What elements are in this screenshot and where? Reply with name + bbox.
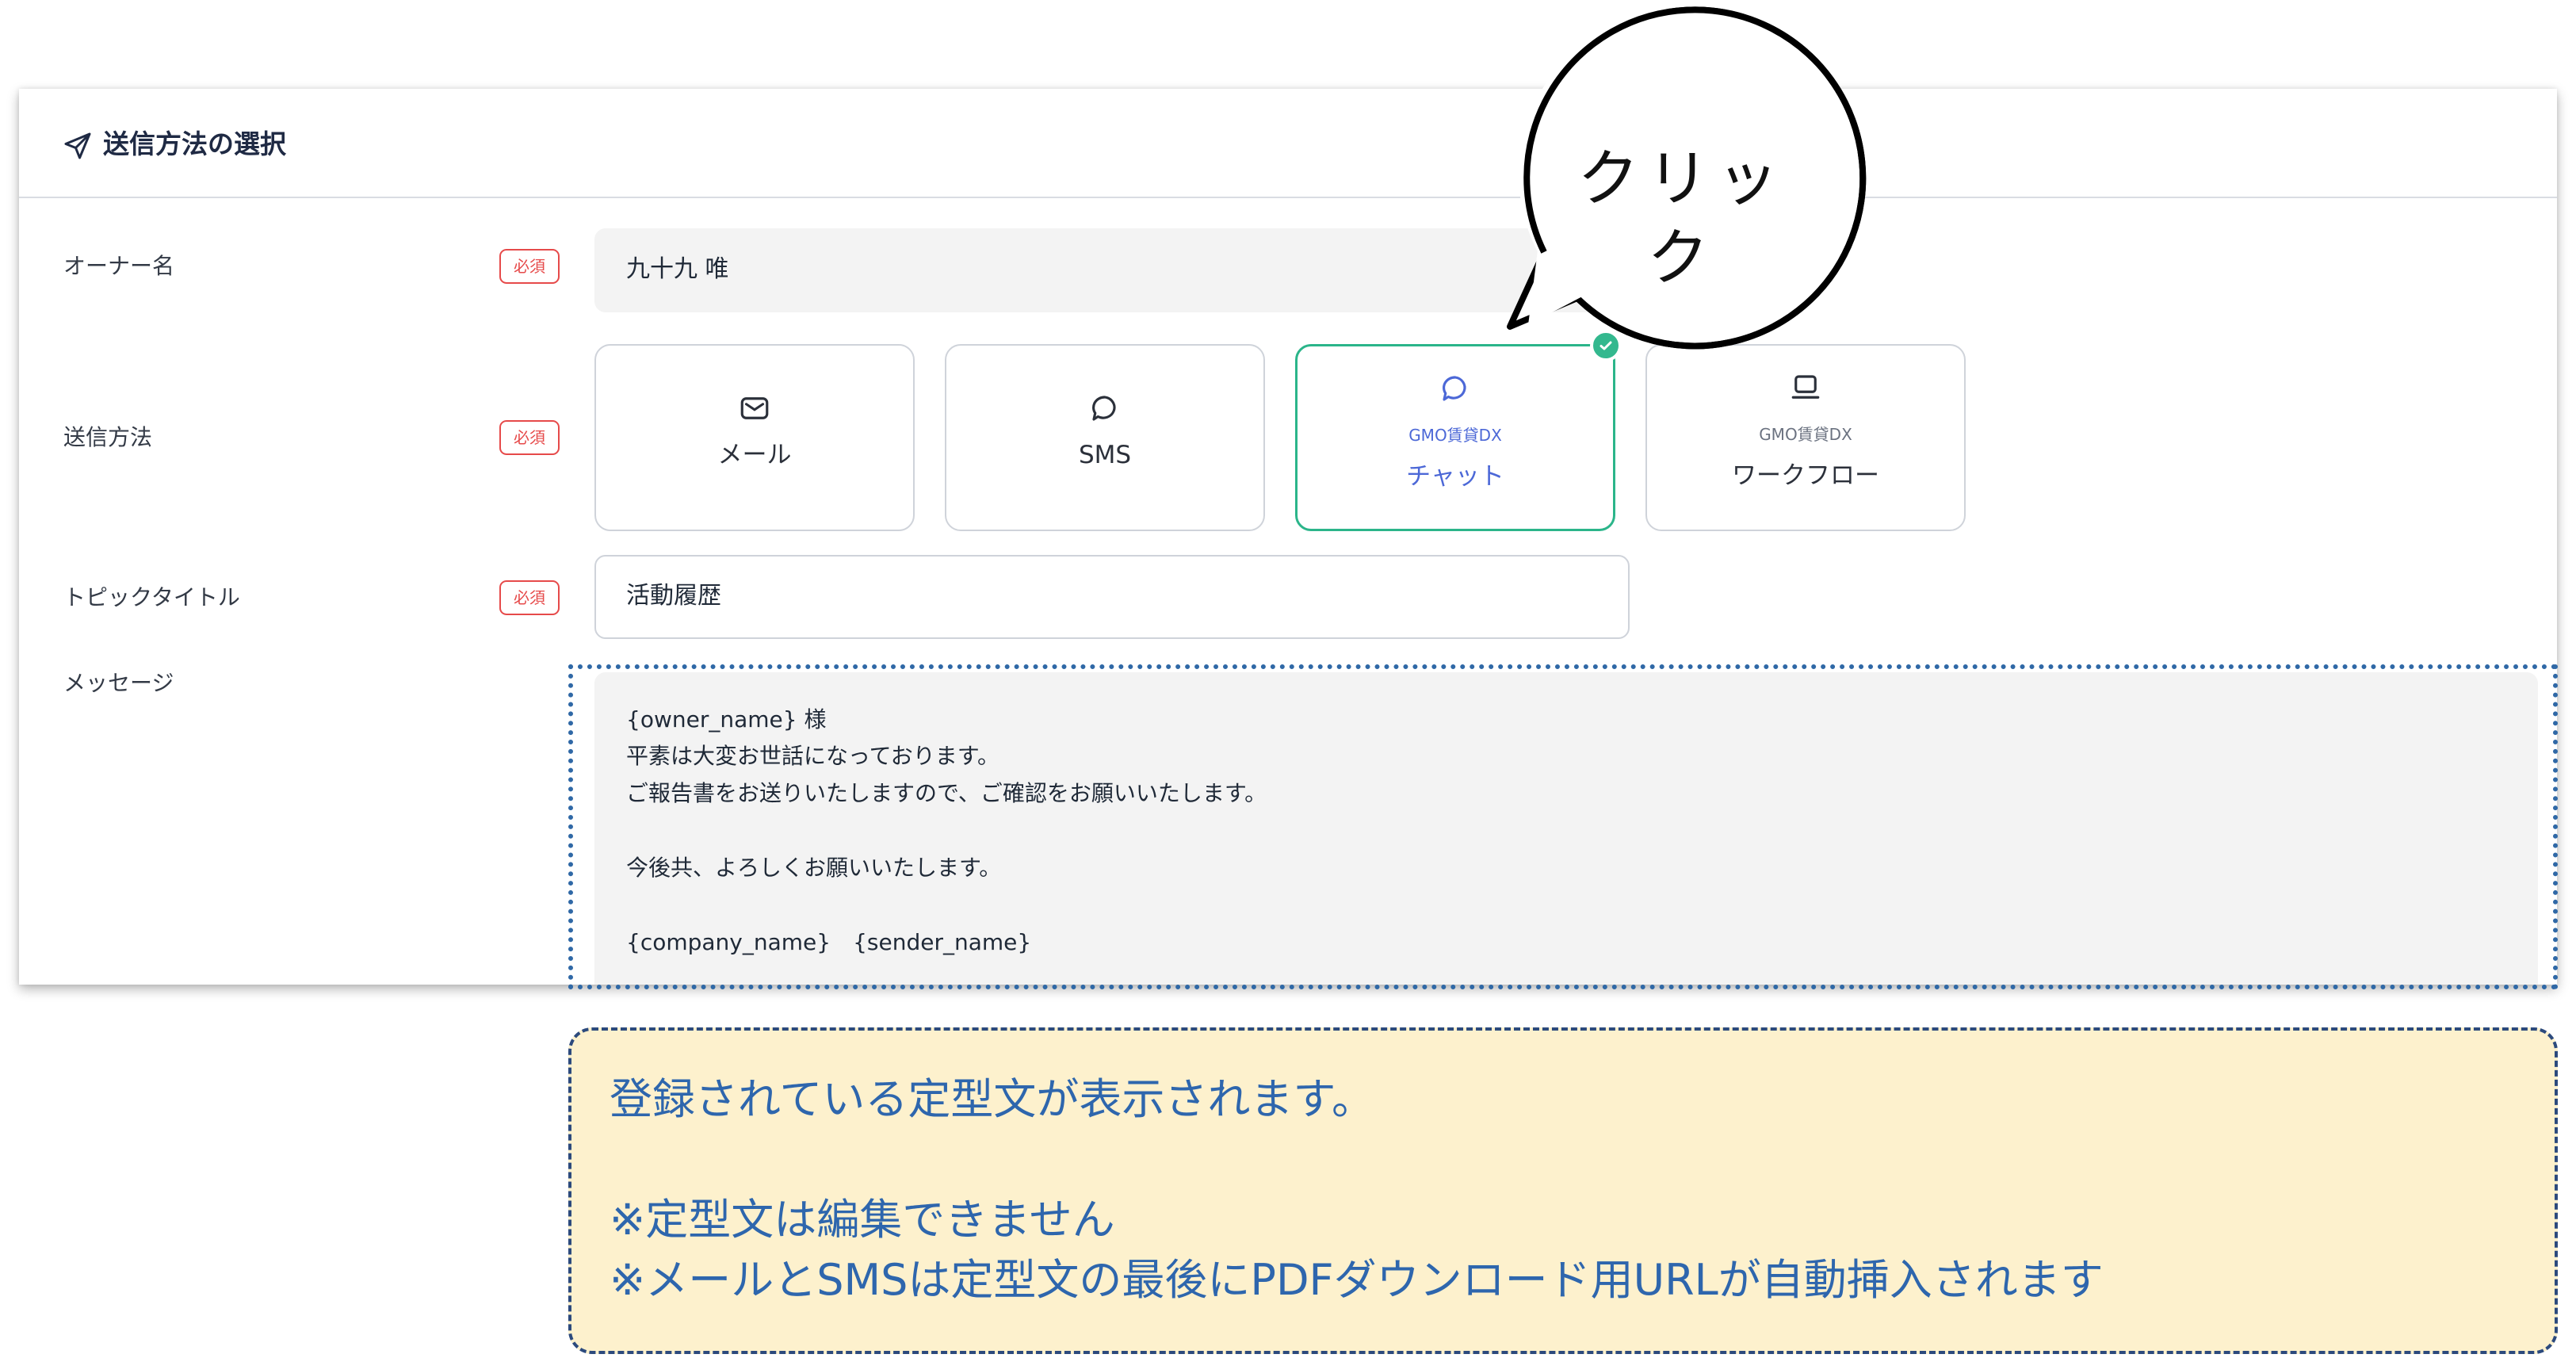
click-callout-bubble (1507, 6, 1867, 350)
callout-text: クリック (1577, 143, 1787, 294)
